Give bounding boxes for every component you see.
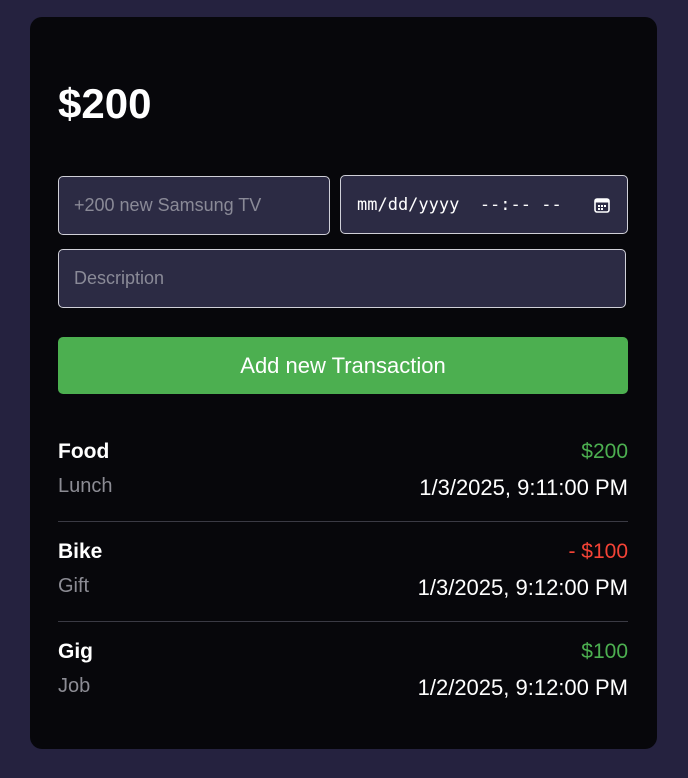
description-input[interactable] (58, 249, 626, 308)
calendar-icon[interactable] (593, 196, 611, 214)
add-transaction-button[interactable]: Add new Transaction (58, 337, 628, 394)
transaction-description: Job (58, 675, 91, 697)
transaction-name: Gig (58, 640, 93, 663)
transaction-datetime: 1/3/2025, 9:12:00 PM (417, 575, 628, 600)
transaction-row: Food Lunch $200 1/3/2025, 9:11:00 PM (58, 422, 628, 522)
transaction-description: Lunch (58, 475, 113, 497)
transaction-card: $200 mm/dd/yyyy --:-- -- Add new Transac… (30, 17, 657, 749)
transaction-description: Gift (58, 575, 90, 597)
transaction-row: Bike Gift - $100 1/3/2025, 9:12:00 PM (58, 522, 628, 622)
transaction-datetime: 1/2/2025, 9:12:00 PM (417, 675, 628, 700)
transaction-name: Food (58, 440, 110, 463)
transaction-list: Food Lunch $200 1/3/2025, 9:11:00 PM Bik… (58, 422, 628, 722)
transaction-datetime: 1/3/2025, 9:11:00 PM (419, 475, 628, 500)
transaction-amount: - $100 (568, 540, 628, 563)
datetime-input[interactable]: mm/dd/yyyy --:-- -- (340, 175, 628, 234)
transaction-name-input[interactable] (58, 176, 330, 235)
balance-total: $200 (58, 80, 152, 127)
transaction-name: Bike (58, 540, 103, 563)
transaction-row: Gig Job $100 1/2/2025, 9:12:00 PM (58, 622, 628, 722)
datetime-value: mm/dd/yyyy --:-- -- (357, 194, 562, 215)
transaction-amount: $100 (581, 640, 628, 663)
transaction-amount: $200 (581, 440, 628, 463)
